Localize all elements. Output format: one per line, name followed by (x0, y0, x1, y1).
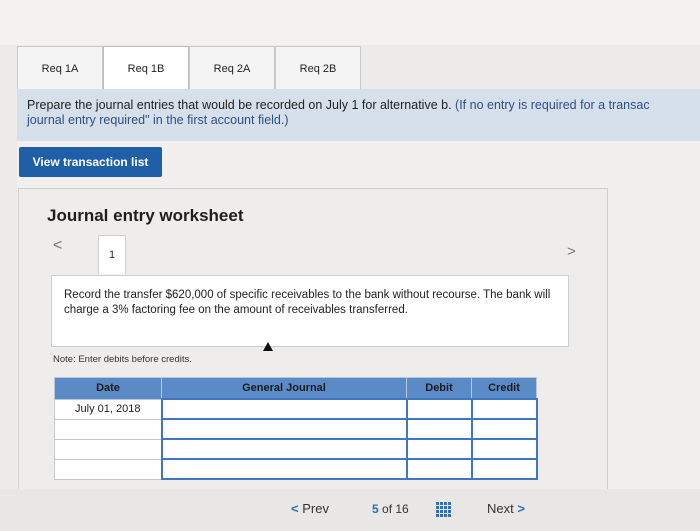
mouse-cursor-icon (263, 342, 273, 351)
credit-input[interactable] (470, 458, 538, 480)
grid-icon[interactable] (436, 502, 452, 517)
journal-table: Date General Journal Debit Credit July 0… (54, 377, 538, 480)
total-pages: of 16 (382, 502, 409, 516)
tab-req-1a[interactable]: Req 1A (17, 46, 103, 90)
date-header: Date (54, 377, 162, 400)
credit-input[interactable] (470, 438, 538, 460)
credit-header: Credit (471, 377, 537, 400)
table-row (54, 418, 538, 440)
debit-input[interactable] (405, 398, 473, 420)
chevron-right-icon: > (517, 501, 525, 516)
instruction-banner: Prepare the journal entries that would b… (17, 89, 700, 141)
instruction-note-cont: journal entry required" in the first acc… (27, 113, 289, 127)
general-journal-header: General Journal (161, 377, 407, 400)
credit-input[interactable] (470, 398, 538, 420)
prev-label: Prev (302, 501, 329, 516)
date-cell[interactable] (54, 458, 162, 480)
debit-input[interactable] (405, 458, 473, 480)
account-input[interactable] (160, 458, 408, 480)
account-input[interactable] (160, 438, 408, 460)
chevron-left-icon: < (291, 501, 299, 516)
next-label: Next (487, 501, 514, 516)
instruction-note: (If no entry is required for a transac (455, 98, 650, 112)
transaction-description: Record the transfer $620,000 of specific… (51, 275, 569, 347)
account-input[interactable] (160, 418, 408, 440)
table-header-row: Date General Journal Debit Credit (54, 377, 537, 400)
next-entry-arrow-icon[interactable]: > (567, 243, 576, 260)
debit-input[interactable] (405, 418, 473, 440)
entry-tab-1[interactable]: 1 (98, 235, 126, 274)
date-cell[interactable] (54, 418, 162, 440)
current-page: 5 (372, 502, 379, 516)
pagination-bar (0, 489, 700, 531)
previous-entry-arrow-icon[interactable]: < (53, 237, 62, 255)
table-row (54, 458, 538, 480)
table-row (54, 438, 538, 460)
entry-note: Note: Enter debits before credits. (53, 354, 192, 365)
debit-header: Debit (406, 377, 472, 400)
date-cell[interactable] (54, 438, 162, 460)
view-transaction-list-button[interactable]: View transaction list (19, 147, 162, 177)
prev-button[interactable]: < Prev (291, 501, 329, 516)
next-button[interactable]: Next > (487, 501, 525, 516)
tab-req-2b[interactable]: Req 2B (275, 46, 361, 90)
instruction-text: Prepare the journal entries that would b… (27, 98, 452, 112)
worksheet-title: Journal entry worksheet (47, 206, 244, 225)
debit-input[interactable] (405, 438, 473, 460)
tab-req-1b[interactable]: Req 1B (103, 46, 189, 90)
page-indicator: 5 of 16 (372, 502, 409, 516)
requirement-tabs: Req 1A Req 1B Req 2A Req 2B (17, 46, 361, 90)
credit-input[interactable] (470, 418, 538, 440)
top-strip (0, 0, 700, 45)
table-row: July 01, 2018 (54, 398, 538, 420)
tab-req-2a[interactable]: Req 2A (189, 46, 275, 90)
date-cell[interactable]: July 01, 2018 (54, 398, 162, 420)
journal-entry-worksheet: Journal entry worksheet < 1 > Record the… (18, 188, 608, 531)
account-input[interactable] (160, 398, 408, 420)
